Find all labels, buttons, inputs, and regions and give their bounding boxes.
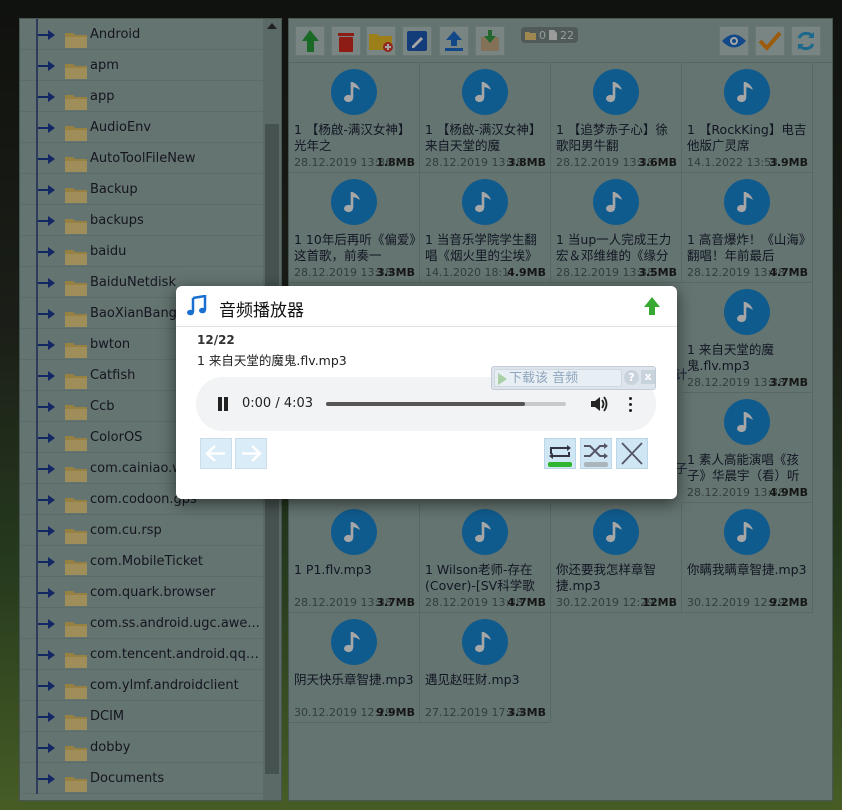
audio-player-dialog: 音频播放器 12/22 1 来自天堂的魔鬼.flv.mp3 0:00 / 4:0… [176, 286, 677, 499]
close-icon [621, 442, 643, 465]
seek-progress [326, 402, 526, 406]
right-arrow-icon [242, 445, 262, 462]
playback-time: 0:00 / 4:03 [242, 396, 314, 411]
previous-track-button[interactable] [200, 438, 232, 469]
dialog-header: 音频播放器 [176, 286, 677, 327]
dialog-title: 音频播放器 [219, 301, 304, 321]
volume-icon[interactable] [589, 394, 609, 414]
repeat-mode-button[interactable] [544, 438, 576, 469]
close-download-bar-icon[interactable]: x [641, 370, 655, 384]
play-triangle-icon [498, 373, 507, 385]
download-bar: 下载该 音频 ? x [491, 366, 656, 390]
shuffle-mode-button[interactable] [580, 438, 612, 469]
track-filename: 1 来自天堂的魔鬼.flv.mp3 [197, 353, 347, 368]
seek-slider[interactable] [326, 402, 566, 406]
more-options-icon[interactable] [626, 395, 634, 413]
help-icon[interactable]: ? [624, 370, 639, 385]
music-icon [187, 295, 207, 316]
download-label: 下载该 音频 [509, 371, 579, 386]
shuffle-icon [584, 443, 608, 467]
close-player-button[interactable] [616, 438, 648, 469]
download-audio-button[interactable]: 下载该 音频 [494, 369, 622, 387]
pause-button[interactable] [217, 397, 229, 411]
track-index: 12/22 [197, 333, 235, 347]
left-arrow-icon [205, 445, 225, 462]
next-track-button[interactable] [235, 438, 267, 469]
collapse-up-icon[interactable] [642, 296, 662, 316]
repeat-icon [548, 445, 572, 467]
